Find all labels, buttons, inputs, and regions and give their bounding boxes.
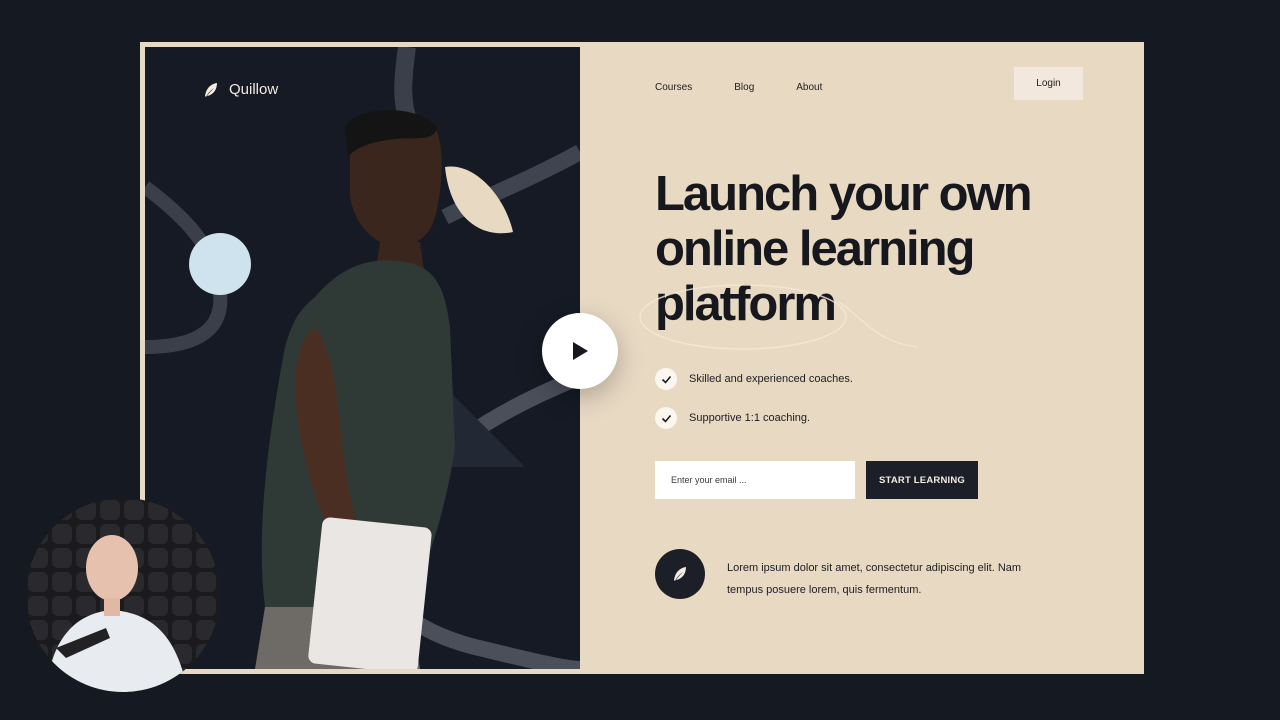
landing-page-preview: Quillow Courses Blog About Login Launch … [140, 42, 1144, 674]
feather-icon [205, 82, 217, 97]
feature-list: Skilled and experienced coaches. Support… [655, 368, 853, 446]
check-icon [655, 407, 677, 429]
scribble-decoration [639, 284, 919, 350]
feature-text: Supportive 1:1 coaching. [689, 412, 811, 424]
webcam-overlay [26, 498, 220, 692]
presenter-video [26, 498, 220, 692]
circle-shape [189, 233, 251, 295]
feather-icon [674, 567, 686, 581]
play-icon [573, 342, 588, 360]
brand-logo[interactable]: Quillow [203, 81, 278, 98]
feature-item: Supportive 1:1 coaching. [655, 407, 853, 429]
feature-text: Skilled and experienced coaches. [689, 373, 853, 385]
play-video-button[interactable] [542, 313, 618, 389]
nav-link-about[interactable]: About [796, 81, 822, 95]
testimonial-badge [655, 549, 705, 599]
email-input[interactable] [655, 461, 855, 499]
start-learning-button[interactable]: START LEARNING [866, 461, 978, 499]
testimonial-text: Lorem ipsum dolor sit amet, consectetur … [727, 562, 1022, 596]
brand-name: Quillow [229, 81, 279, 98]
hero-content: Courses Blog About Login Launch your own… [580, 47, 1139, 669]
check-icon [655, 368, 677, 390]
login-button[interactable]: Login [1014, 67, 1083, 100]
top-nav: Courses Blog About [655, 81, 864, 95]
nav-link-blog[interactable]: Blog [734, 81, 754, 95]
person-illustration [255, 110, 455, 669]
nav-link-courses[interactable]: Courses [655, 81, 692, 95]
feature-item: Skilled and experienced coaches. [655, 368, 853, 390]
